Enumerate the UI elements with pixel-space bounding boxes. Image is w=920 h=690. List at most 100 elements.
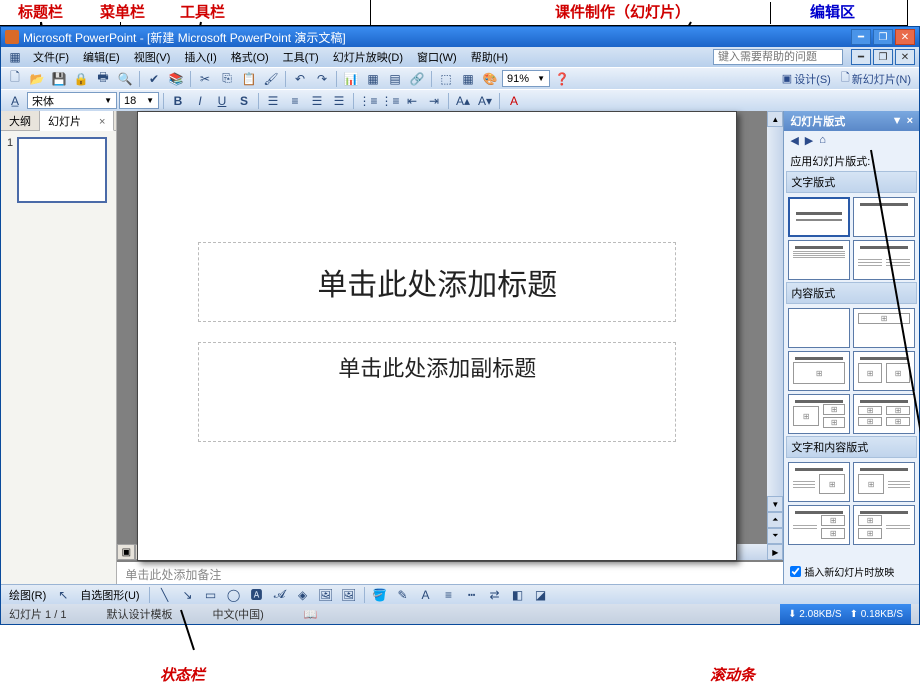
undo-button[interactable]: ↶ xyxy=(290,70,310,88)
align-center-button[interactable]: ≡ xyxy=(285,92,305,110)
tab-outline[interactable]: 大纲 xyxy=(1,111,40,130)
bullets-button[interactable]: ⋮≡ xyxy=(380,92,400,110)
paste-button[interactable]: 📋 xyxy=(239,70,259,88)
notes-pane[interactable]: 单击此处添加备注 xyxy=(117,560,783,584)
open-button[interactable]: 📂 xyxy=(27,70,47,88)
3d-style-button[interactable]: ◪ xyxy=(531,586,551,604)
autoshapes-menu[interactable]: 自选图形(U) xyxy=(76,587,143,603)
font-size-combo[interactable]: 18▼ xyxy=(119,92,159,109)
preview-button[interactable]: 🔍 xyxy=(115,70,135,88)
subtitle-placeholder[interactable]: 单击此处添加副标题 xyxy=(198,342,676,442)
chart-button[interactable]: 📊 xyxy=(341,70,361,88)
expand-button[interactable]: ⬚ xyxy=(436,70,456,88)
table-button[interactable]: ▦ xyxy=(363,70,383,88)
layout-text-content-4[interactable]: ⊞⊞ xyxy=(853,505,915,545)
draw-menu[interactable]: 绘图(R) xyxy=(5,587,50,603)
align-justify-button[interactable]: ☰ xyxy=(329,92,349,110)
next-slide-button[interactable]: ⏷ xyxy=(767,528,783,544)
textbox-button[interactable]: 🅰 xyxy=(247,586,267,604)
select-button[interactable]: ↖ xyxy=(53,586,73,604)
task-pane-menu-icon[interactable]: ▼ xyxy=(892,115,903,127)
thumbnail-item[interactable]: 1 xyxy=(7,137,110,203)
font-combo[interactable]: 宋体▼ xyxy=(27,92,117,109)
task-pane-close-icon[interactable]: × xyxy=(907,115,913,127)
scroll-right-button[interactable]: ▶ xyxy=(767,544,783,560)
spell-button[interactable]: ✔ xyxy=(144,70,164,88)
help-button[interactable]: ❓ xyxy=(552,70,572,88)
permission-button[interactable]: 🔒 xyxy=(71,70,91,88)
menu-slideshow[interactable]: 幻灯片放映(D) xyxy=(327,47,409,67)
color-button[interactable]: 🎨 xyxy=(480,70,500,88)
decrease-font-button[interactable]: A▾ xyxy=(475,92,495,110)
tab-slides[interactable]: 幻灯片× xyxy=(40,111,114,131)
doc-close-button[interactable]: ✕ xyxy=(895,49,915,65)
clipart-button[interactable]: 🖼 xyxy=(316,586,336,604)
wordart-button[interactable]: 𝓐 xyxy=(270,586,290,604)
close-button[interactable]: ✕ xyxy=(895,29,915,45)
save-button[interactable]: 💾 xyxy=(49,70,69,88)
layout-text-content-2[interactable]: ⊞ xyxy=(853,462,915,502)
task-back-icon[interactable]: ◀ xyxy=(790,134,798,147)
layout-title-text[interactable] xyxy=(788,240,850,280)
arrow-style-button[interactable]: ⇄ xyxy=(485,586,505,604)
normal-view-button[interactable]: ▣ xyxy=(117,544,135,560)
show-on-insert-checkbox[interactable]: 插入新幻灯片时放映 xyxy=(786,561,917,582)
print-button[interactable]: 🖶 xyxy=(93,70,113,88)
menu-view[interactable]: 视图(V) xyxy=(128,47,177,67)
design-button[interactable]: ▣ 设计(S) xyxy=(778,71,835,87)
new-button[interactable]: 🗋 xyxy=(5,70,25,88)
slide[interactable]: 单击此处添加标题 单击此处添加副标题 xyxy=(137,111,737,561)
line-style-button[interactable]: ≡ xyxy=(439,586,459,604)
oval-button[interactable]: ◯ xyxy=(224,586,244,604)
vertical-scrollbar[interactable]: ▲ ▼ ⏶ ⏷ xyxy=(767,111,783,544)
layout-title-4content[interactable]: ⊞⊞⊞⊞ xyxy=(853,394,915,434)
close-panel-icon[interactable]: × xyxy=(99,116,105,128)
outline-btn1[interactable]: A̲ xyxy=(5,92,25,110)
layout-blank[interactable] xyxy=(788,308,850,348)
font-color-button[interactable]: A xyxy=(504,92,524,110)
align-left-button[interactable]: ☰ xyxy=(263,92,283,110)
doc-restore-button[interactable]: ❐ xyxy=(873,49,893,65)
scroll-down-button[interactable]: ▼ xyxy=(767,496,783,512)
zoom-combo[interactable]: 91%▼ xyxy=(502,70,550,87)
increase-font-button[interactable]: A▴ xyxy=(453,92,473,110)
menu-help[interactable]: 帮助(H) xyxy=(465,47,514,67)
task-home-icon[interactable]: ⌂ xyxy=(819,134,826,146)
prev-slide-button[interactable]: ⏶ xyxy=(767,512,783,528)
minimize-button[interactable]: ━ xyxy=(851,29,871,45)
task-fwd-icon[interactable]: ▶ xyxy=(805,134,813,147)
align-right-button[interactable]: ☰ xyxy=(307,92,327,110)
layout-text-content-3[interactable]: ⊞⊞ xyxy=(788,505,850,545)
doc-minimize-button[interactable]: ━ xyxy=(851,49,871,65)
slide-thumbnail[interactable] xyxy=(17,137,107,203)
dash-style-button[interactable]: ┅ xyxy=(462,586,482,604)
menu-window[interactable]: 窗口(W) xyxy=(411,47,463,67)
menu-tools[interactable]: 工具(T) xyxy=(277,47,325,67)
arrow-button[interactable]: ↘ xyxy=(178,586,198,604)
layout-title-2col-text[interactable] xyxy=(853,240,915,280)
title-placeholder[interactable]: 单击此处添加标题 xyxy=(198,242,676,322)
format-painter-button[interactable]: 🖌 xyxy=(261,70,281,88)
layout-title-content[interactable]: ⊞ xyxy=(788,351,850,391)
line-color-button[interactable]: ✎ xyxy=(393,586,413,604)
redo-button[interactable]: ↷ xyxy=(312,70,332,88)
shadow-style-button[interactable]: ◧ xyxy=(508,586,528,604)
italic-button[interactable]: I xyxy=(190,92,210,110)
new-slide-button[interactable]: 🗋 新幻灯片(N) xyxy=(837,69,915,88)
grid-button[interactable]: ▦ xyxy=(458,70,478,88)
show-on-insert-input[interactable] xyxy=(790,566,801,577)
hyperlink-button[interactable]: 🔗 xyxy=(407,70,427,88)
slide-canvas-area[interactable]: 单击此处添加标题 单击此处添加副标题 xyxy=(117,111,767,544)
diagram-button[interactable]: ◈ xyxy=(293,586,313,604)
layout-title-slide[interactable] xyxy=(788,197,850,237)
research-button[interactable]: 📚 xyxy=(166,70,186,88)
copy-button[interactable]: ⎘ xyxy=(217,70,237,88)
picture-button[interactable]: 🖼 xyxy=(339,586,359,604)
maximize-button[interactable]: ❐ xyxy=(873,29,893,45)
shadow-button[interactable]: S xyxy=(234,92,254,110)
tables-borders-button[interactable]: ▤ xyxy=(385,70,405,88)
font-color-button-2[interactable]: A xyxy=(416,586,436,604)
fill-color-button[interactable]: 🪣 xyxy=(370,586,390,604)
menu-insert[interactable]: 插入(I) xyxy=(178,47,222,67)
help-search-input[interactable] xyxy=(713,49,843,65)
